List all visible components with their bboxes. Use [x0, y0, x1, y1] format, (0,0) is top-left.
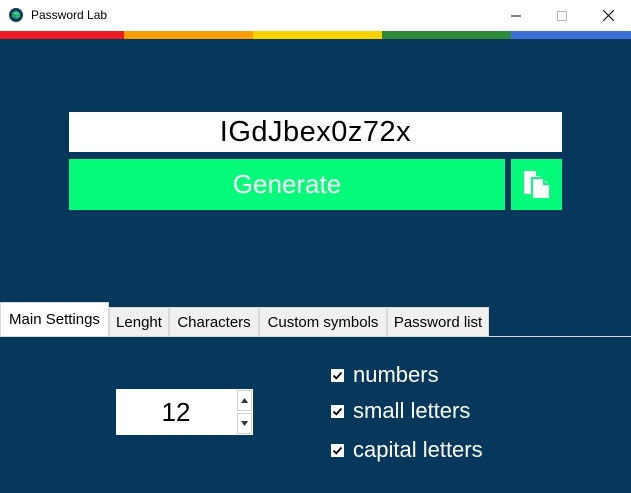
stripe-yellow: [253, 31, 382, 39]
stripe-red: [0, 31, 124, 39]
minimize-button[interactable]: [493, 0, 539, 31]
color-stripe: [0, 31, 631, 39]
settings-tabs: Main Settings Lenght Characters Custom s…: [0, 302, 489, 336]
tab-main-settings[interactable]: Main Settings: [0, 302, 109, 336]
stepper-down-button[interactable]: [237, 413, 252, 434]
tab-password-list[interactable]: Password list: [387, 307, 489, 336]
small-letters-checkbox[interactable]: [331, 404, 344, 418]
stripe-blue: [511, 31, 631, 39]
generate-button[interactable]: Generate: [69, 159, 505, 210]
checkmark-icon: [332, 407, 343, 416]
length-value[interactable]: 12: [116, 389, 236, 435]
password-display[interactable]: IGdJbex0z72x: [69, 112, 562, 152]
checkmark-icon: [332, 371, 343, 380]
main-settings-panel: 12 numbers small letters capital letters: [0, 336, 631, 493]
stepper-up-button[interactable]: [237, 390, 252, 411]
maximize-button[interactable]: [539, 0, 585, 31]
option-numbers[interactable]: numbers: [331, 362, 439, 388]
option-capital-letters[interactable]: capital letters: [331, 437, 483, 463]
title-bar: Password Lab: [0, 0, 631, 31]
close-icon: [602, 10, 614, 21]
arrow-down-icon: [241, 421, 248, 426]
checkmark-icon: [332, 446, 343, 455]
minimize-icon: [511, 15, 521, 16]
close-button[interactable]: [585, 0, 631, 31]
tab-characters[interactable]: Characters: [169, 307, 259, 336]
stripe-orange: [124, 31, 253, 39]
length-stepper[interactable]: 12: [116, 389, 253, 435]
numbers-checkbox[interactable]: [331, 368, 344, 382]
stripe-green: [382, 31, 511, 39]
numbers-label: numbers: [353, 362, 439, 387]
capital-letters-label: capital letters: [353, 437, 483, 462]
option-small-letters[interactable]: small letters: [331, 398, 470, 424]
capital-letters-checkbox[interactable]: [331, 443, 344, 457]
tab-length[interactable]: Lenght: [109, 307, 169, 336]
copy-button[interactable]: [511, 159, 562, 210]
main-panel: IGdJbex0z72x Generate Main Settings Leng…: [0, 39, 631, 493]
maximize-icon: [557, 10, 567, 21]
tab-custom-symbols[interactable]: Custom symbols: [259, 307, 387, 336]
window-title: Password Lab: [31, 8, 108, 22]
arrow-up-icon: [241, 398, 248, 403]
app-logo-icon: [9, 8, 23, 22]
small-letters-label: small letters: [353, 398, 471, 423]
copy-icon: [523, 170, 551, 200]
